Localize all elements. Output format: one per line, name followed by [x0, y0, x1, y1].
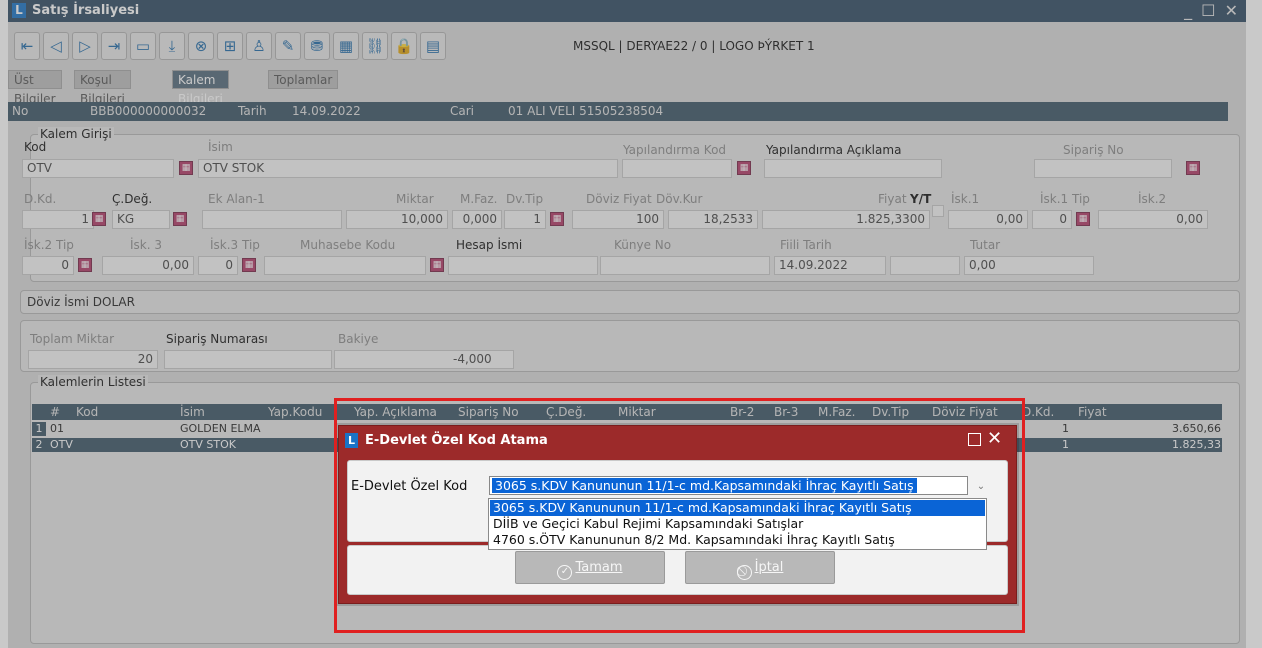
highlight-box	[334, 398, 1025, 633]
